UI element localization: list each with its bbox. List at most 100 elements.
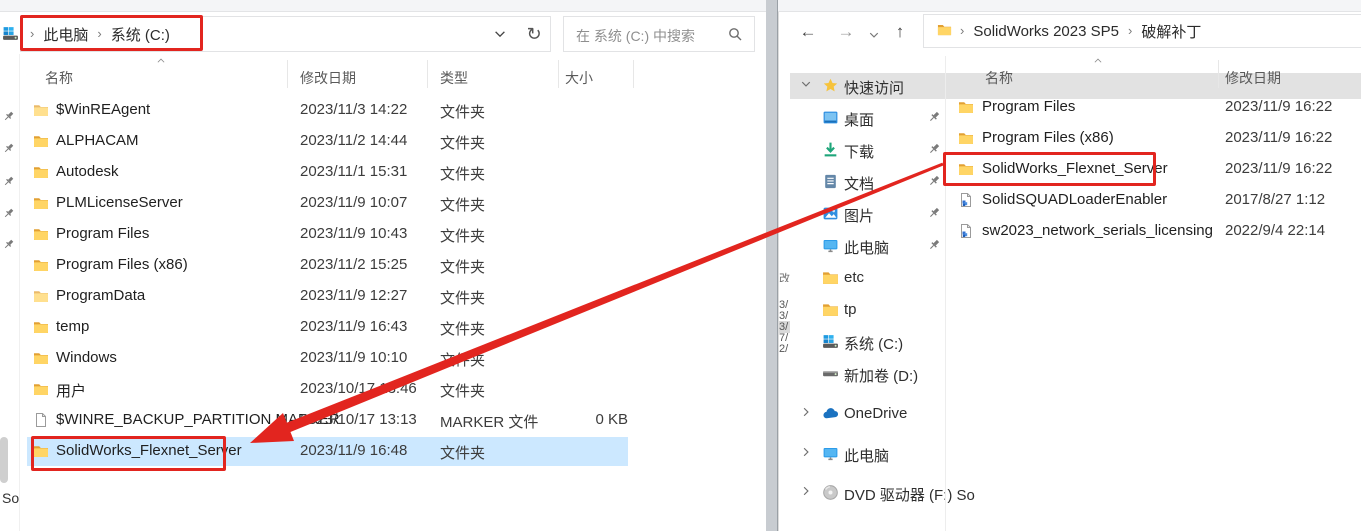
left-nav-clipped-item[interactable]: So: [2, 490, 19, 506]
sidebar-item[interactable]: DVD 驱动器 (F:) So: [790, 480, 1361, 506]
file-icon: [33, 412, 49, 428]
folder-icon: [33, 164, 49, 180]
column-header[interactable]: 类型: [440, 68, 468, 88]
file-date: 2023/11/2 15:25: [300, 256, 407, 273]
file-type: 文件夹: [440, 287, 485, 308]
sidebar-item[interactable]: 网络: [790, 527, 1361, 531]
file-row[interactable]: Program Files 2023/11/9 16:22: [790, 92, 1361, 123]
file-row[interactable]: sw2023_network_serials_licensing 2022/9/…: [790, 216, 1361, 247]
column-header[interactable]: 修改日期: [300, 68, 356, 88]
sort-caret-up-icon: [155, 56, 167, 66]
column-header[interactable]: 名称: [45, 68, 73, 88]
file-row[interactable]: Windows 2023/11/9 10:10 文件夹: [0, 343, 766, 374]
file-name[interactable]: $WINRE_BACKUP_PARTITION.MARKER: [56, 411, 340, 428]
sidebar-item[interactable]: OneDrive: [790, 401, 1361, 427]
file-row[interactable]: PLMLicenseServer 2023/11/9 10:07 文件夹: [0, 188, 766, 219]
file-row[interactable]: ProgramData 2023/11/9 12:27 文件夹: [0, 281, 766, 312]
history-dropdown-button[interactable]: [862, 23, 886, 47]
file-row[interactable]: ALPHACAM 2023/11/2 14:44 文件夹: [0, 126, 766, 157]
file-row[interactable]: 用户 2023/10/17 13:46 文件夹: [0, 374, 766, 405]
file-name[interactable]: PLMLicenseServer: [56, 194, 183, 211]
column-divider[interactable]: [1218, 60, 1219, 88]
file-name[interactable]: SolidWorks_Flexnet_Server: [982, 160, 1168, 177]
file-row[interactable]: SolidSQUADLoaderEnabler 2017/8/27 1:12: [790, 185, 1361, 216]
sidebar-item[interactable]: 此电脑: [790, 441, 1361, 467]
breadcrumb-item[interactable]: 此电脑: [43, 24, 88, 45]
file-date: 2023/11/9 16:22: [1225, 160, 1332, 177]
file-row[interactable]: $WINRE_BACKUP_PARTITION.MARKER 2023/10/1…: [0, 405, 766, 436]
file-name[interactable]: $WinREAgent: [56, 101, 150, 118]
chevron-down-icon: [493, 27, 507, 41]
file-row[interactable]: temp 2023/11/9 16:43 文件夹: [0, 312, 766, 343]
column-header[interactable]: 大小: [565, 68, 593, 88]
chevron-down-icon: [868, 29, 880, 41]
file-date: 2023/10/17 13:13: [300, 411, 417, 428]
file-name[interactable]: Program Files: [982, 98, 1075, 115]
chevron-down-icon[interactable]: [800, 78, 812, 90]
column-header[interactable]: 名称: [985, 68, 1013, 88]
column-divider[interactable]: [427, 60, 428, 88]
refresh-button[interactable]: ↻: [522, 22, 546, 46]
file-row[interactable]: Program Files (x86) 2023/11/2 15:25 文件夹: [0, 250, 766, 281]
chevron-right-icon[interactable]: [800, 485, 812, 497]
folder-icon: [33, 443, 49, 459]
sliver-date-fragment: 2/: [779, 343, 790, 355]
file-name[interactable]: ProgramData: [56, 287, 145, 304]
column-header[interactable]: 修改日期: [1225, 68, 1281, 88]
file-date: 2023/11/9 16:22: [1225, 129, 1332, 146]
file-row[interactable]: Autodesk 2023/11/1 15:31 文件夹: [0, 157, 766, 188]
up-button[interactable]: ↑: [888, 20, 912, 44]
file-row[interactable]: Program Files 2023/11/9 10:43 文件夹: [0, 219, 766, 250]
file-date: 2022/9/4 22:14: [1225, 222, 1325, 239]
breadcrumb-item[interactable]: 破解补丁: [1141, 21, 1201, 42]
file-name[interactable]: Autodesk: [56, 163, 119, 180]
file-name[interactable]: Program Files: [56, 225, 149, 242]
file-name[interactable]: sw2023_network_serials_licensing: [982, 222, 1213, 239]
sort-caret-up-icon: [1092, 56, 1104, 66]
search-placeholder: 在 系统 (C:) 中搜索: [576, 26, 695, 46]
file-name[interactable]: temp: [56, 318, 89, 335]
folder-icon: [33, 195, 49, 211]
sidebar-item[interactable]: etc: [790, 265, 1361, 291]
file-name[interactable]: ALPHACAM: [56, 132, 139, 149]
drive-windows-icon: [822, 333, 839, 350]
breadcrumb-item[interactable]: SolidWorks 2023 SP5: [973, 23, 1119, 40]
breadcrumb[interactable]: ›此电脑›系统 (C:): [30, 24, 170, 45]
breadcrumb-item[interactable]: 系统 (C:): [111, 24, 170, 45]
file-row[interactable]: SolidWorks_Flexnet_Server 2023/11/9 16:4…: [0, 436, 766, 467]
column-divider[interactable]: [633, 60, 634, 88]
sidebar-item[interactable]: 系统 (C:): [790, 329, 1361, 355]
file-date: 2023/10/17 13:46: [300, 380, 417, 397]
folder-icon: [958, 99, 974, 115]
monitor-icon: [822, 445, 839, 462]
explorer-window-left: So ›此电脑›系统 (C:) ↻ 在 系统 (C:) 中搜索 名称 修改日期 类型…: [0, 12, 766, 531]
folder-icon: [33, 257, 49, 273]
sidebar-item[interactable]: 新加卷 (D:): [790, 361, 1361, 387]
sidebar-item[interactable]: tp: [790, 297, 1361, 323]
address-dropdown-button[interactable]: [488, 22, 512, 46]
file-type: 文件夹: [440, 101, 485, 122]
file-row[interactable]: SolidWorks_Flexnet_Server 2023/11/9 16:2…: [790, 154, 1361, 185]
breadcrumb[interactable]: ›SolidWorks 2023 SP5›破解补丁: [960, 21, 1201, 42]
file-name[interactable]: Program Files (x86): [982, 129, 1114, 146]
chevron-right-icon[interactable]: [800, 446, 812, 458]
search-box[interactable]: 在 系统 (C:) 中搜索: [563, 16, 755, 52]
search-icon[interactable]: [727, 26, 743, 42]
folder-icon: [33, 102, 49, 118]
column-divider[interactable]: [558, 60, 559, 88]
file-name[interactable]: 用户: [56, 380, 86, 401]
column-divider[interactable]: [287, 60, 288, 88]
file-name[interactable]: Windows: [56, 349, 117, 366]
file-name[interactable]: Program Files (x86): [56, 256, 188, 273]
folder-icon: [33, 133, 49, 149]
file-name[interactable]: SolidWorks_Flexnet_Server: [56, 442, 242, 459]
file-date: 2023/11/9 10:10: [300, 349, 407, 366]
forward-button[interactable]: →: [834, 20, 858, 44]
file-row[interactable]: Program Files (x86) 2023/11/9 16:22: [790, 123, 1361, 154]
chevron-right-icon[interactable]: [800, 406, 812, 418]
file-row[interactable]: $WinREAgent 2023/11/3 14:22 文件夹: [0, 95, 766, 126]
back-button[interactable]: ←: [796, 20, 820, 44]
sidebar-item-label: DVD 驱动器 (F:) So: [844, 484, 975, 505]
file-name[interactable]: SolidSQUADLoaderEnabler: [982, 191, 1167, 208]
folder-icon: [958, 161, 974, 177]
